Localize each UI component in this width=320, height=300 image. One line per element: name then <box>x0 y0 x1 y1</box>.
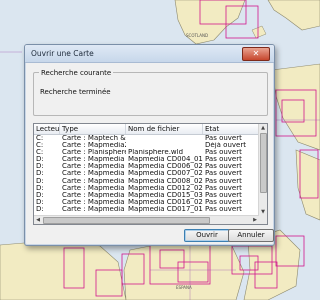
column-header-status[interactable]: Etat <box>203 124 259 134</box>
cell-filename <box>126 135 203 142</box>
dialog-titlebar[interactable]: Ouvrir une Carte ✕ <box>25 45 274 63</box>
cell-filename: Mapmedia CD012_02 East... <box>128 184 203 192</box>
cell-type: Carte : Maptech & N... <box>62 135 126 142</box>
table-row[interactable]: D: Carte : Mapmedia (*...Mapmedia CD007_0… <box>34 170 259 177</box>
cell-status: Pas ouvert <box>205 198 242 206</box>
horizontal-scroll-thumb[interactable] <box>43 217 210 224</box>
scroll-corner <box>259 216 267 224</box>
cell-filename: Mapmedia CD006_02 Nor... <box>128 163 203 171</box>
table-row[interactable]: C: Carte : Planisphere/...Planisphere.wld… <box>34 149 259 156</box>
map-label-scotland: SCOTLAND <box>186 33 208 38</box>
vertical-scrollbar[interactable]: ▲ ▼ <box>258 124 267 216</box>
cell-status: Déjà ouvert <box>205 142 246 150</box>
column-header-drive[interactable]: Lecteur <box>34 124 60 134</box>
cell-filename: Mapmedia CD004_01 Islan... <box>128 156 203 164</box>
cell-status: Pas ouvert <box>205 135 242 142</box>
table-row[interactable]: C: Carte : Mapmedia2 (*... Déjà ouvert <box>34 142 259 149</box>
cell-filename: Mapmedia CD016_02 Swe... <box>128 198 203 206</box>
cell-status: Pas ouvert <box>205 149 242 157</box>
cell-status: Pas ouvert <box>205 170 242 178</box>
cell-type: Carte : Planisphere/... <box>62 149 126 157</box>
cancel-button[interactable]: Annuler <box>228 229 274 242</box>
scroll-left-icon[interactable]: ◀ <box>34 216 42 224</box>
horizontal-scrollbar[interactable]: ◀ ▶ <box>34 215 259 224</box>
cell-drive: D: <box>36 184 44 192</box>
table-row[interactable]: D: Carte : Mapmedia (*...Mapmedia CD008_0… <box>34 178 259 185</box>
cell-filename: Planisphere.wld <box>128 149 184 157</box>
cell-type: Carte : Mapmedia (*... <box>62 156 126 164</box>
table-row[interactable]: C: Carte : Maptech & N... Pas ouvert <box>34 135 259 142</box>
current-search-group: Recherche courante Recherche terminée <box>33 69 268 116</box>
cell-status: Pas ouvert <box>205 156 242 164</box>
cell-status: Pas ouvert <box>205 184 242 192</box>
cell-filename: Mapmedia CD007_02 Nor... <box>128 170 203 178</box>
scroll-right-icon[interactable]: ▶ <box>251 216 259 224</box>
list-header: Lecteur Type Nom de fichier Etat <box>34 124 259 135</box>
cell-filename <box>126 142 203 149</box>
cell-type: Carte : Mapmedia (*... <box>62 198 126 206</box>
cell-filename: Mapmedia CD017_01 Cat... <box>128 205 203 213</box>
dialog-title: Ouvrir une Carte <box>31 49 94 58</box>
cell-drive: D: <box>36 177 44 185</box>
cell-drive: D: <box>36 205 44 213</box>
open-chart-dialog: Ouvrir une Carte ✕ Recherche courante Re… <box>24 44 275 246</box>
chart-list[interactable]: Lecteur Type Nom de fichier Etat C: Carte… <box>33 123 268 225</box>
cell-type: Carte : Mapmedia (*... <box>62 191 126 199</box>
cell-drive: D: <box>36 198 44 206</box>
table-row[interactable]: D: Carte : Mapmedia (*...Mapmedia CD006_0… <box>34 163 259 170</box>
table-row[interactable]: D: Carte : Mapmedia (*...Mapmedia CD004_0… <box>34 156 259 163</box>
close-button[interactable]: ✕ <box>242 47 270 61</box>
column-header-filename[interactable]: Nom de fichier <box>126 124 203 134</box>
cell-type: Carte : Mapmedia (*... <box>62 177 126 185</box>
cell-type: Carte : Mapmedia (*... <box>62 184 126 192</box>
cell-drive: D: <box>36 191 44 199</box>
cell-drive: C: <box>36 142 44 150</box>
search-status: Recherche terminée <box>40 88 111 96</box>
table-row[interactable]: D: Carte : Mapmedia (*...Mapmedia CD012_0… <box>34 185 259 192</box>
cell-drive: D: <box>36 170 44 178</box>
cell-drive: D: <box>36 156 44 164</box>
table-row[interactable]: D: Carte : Mapmedia (*...Mapmedia CD017_0… <box>34 206 259 213</box>
cell-filename: Mapmedia CD015_03 Swe... <box>128 191 203 199</box>
cell-status: Pas ouvert <box>205 163 242 171</box>
vertical-scroll-thumb[interactable] <box>260 133 267 193</box>
cell-type: Carte : Mapmedia2 (*... <box>62 142 126 150</box>
group-label: Recherche courante <box>39 69 114 77</box>
column-header-type[interactable]: Type <box>60 124 126 134</box>
scroll-up-icon[interactable]: ▲ <box>259 124 267 132</box>
cell-type: Carte : Mapmedia (*... <box>62 163 126 171</box>
map-label-espana: ESPANA <box>176 285 192 290</box>
cell-status: Pas ouvert <box>205 205 242 213</box>
open-button[interactable]: Ouvrir <box>184 229 230 242</box>
scroll-down-icon[interactable]: ▼ <box>259 208 267 216</box>
cell-status: Pas ouvert <box>205 191 242 199</box>
cell-drive: C: <box>36 149 44 157</box>
table-row[interactable]: D: Carte : Mapmedia (*...Mapmedia CD016_0… <box>34 199 259 206</box>
cell-filename: Mapmedia CD008_02 Nor... <box>128 177 203 185</box>
close-icon: ✕ <box>252 49 260 58</box>
cell-type: Carte : Mapmedia (*... <box>62 205 126 213</box>
cell-drive: C: <box>36 135 44 142</box>
cell-status: Pas ouvert <box>205 177 242 185</box>
cell-drive: D: <box>36 163 44 171</box>
cell-type: Carte : Mapmedia (*... <box>62 170 126 178</box>
table-row[interactable]: D: Carte : Mapmedia (*...Mapmedia CD015_0… <box>34 192 259 199</box>
